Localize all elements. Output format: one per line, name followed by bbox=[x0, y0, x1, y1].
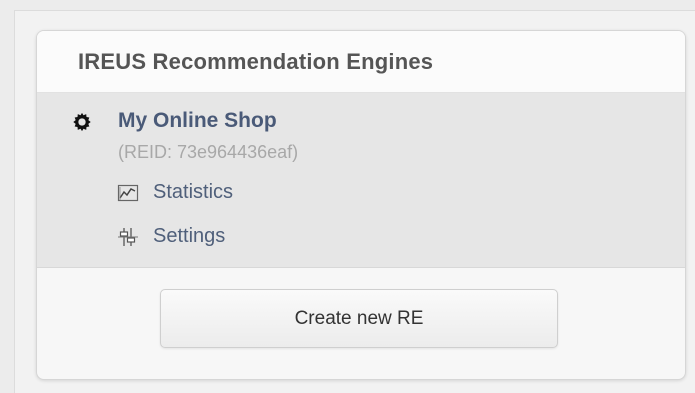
settings-icon bbox=[118, 227, 138, 246]
engine-name-link[interactable]: My Online Shop bbox=[118, 109, 277, 133]
settings-label: Settings bbox=[153, 225, 226, 247]
gear-icon bbox=[73, 112, 91, 132]
panel-header: IREUS Recommendation Engines bbox=[37, 31, 685, 93]
settings-link[interactable]: Settings bbox=[117, 225, 225, 248]
engine-item: My Online Shop (REID: 73e964436eaf) Stat… bbox=[37, 93, 685, 268]
recommendation-engines-panel: IREUS Recommendation Engines My Online S… bbox=[36, 30, 686, 380]
panel-title: IREUS Recommendation Engines bbox=[78, 48, 434, 74]
engine-reid: (REID: 73e964436eaf) bbox=[118, 142, 299, 162]
chart-icon bbox=[117, 184, 139, 201]
statistics-link[interactable]: Statistics bbox=[117, 181, 233, 204]
create-new-re-button[interactable]: Create new RE bbox=[160, 289, 558, 348]
panel-footer: Create new RE bbox=[37, 268, 685, 379]
statistics-label: Statistics bbox=[153, 181, 234, 203]
